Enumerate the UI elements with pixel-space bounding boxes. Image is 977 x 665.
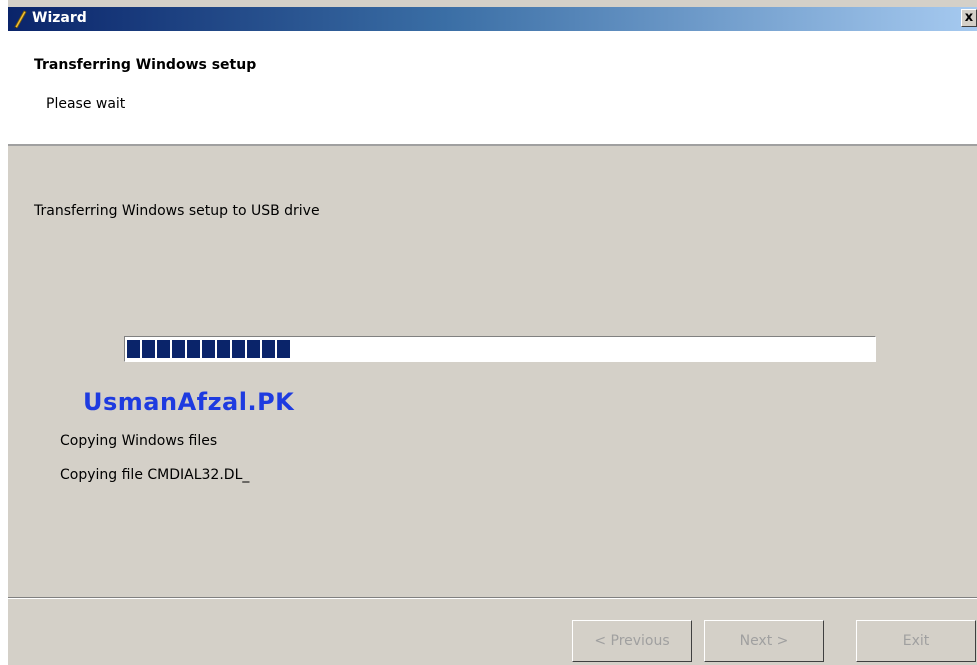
exit-button[interactable]: Exit <box>856 620 976 662</box>
progress-bar <box>124 336 876 362</box>
page-title: Transferring Windows setup <box>34 57 257 73</box>
watermark-text: UsmanAfzal.PK <box>83 388 295 416</box>
pencil-icon <box>12 10 28 29</box>
progress-fill <box>127 340 292 358</box>
wizard-window: Wizard x Transferring Windows setup Plea… <box>8 0 977 665</box>
close-button[interactable]: x <box>961 9 977 27</box>
step-text: Copying Windows files <box>60 433 218 449</box>
status-text: Transferring Windows setup to USB drive <box>34 203 320 219</box>
next-button[interactable]: Next > <box>704 620 824 662</box>
file-text: Copying file CMDIAL32.DL_ <box>60 467 250 483</box>
previous-button[interactable]: < Previous <box>572 620 692 662</box>
window-title: Wizard <box>32 10 87 26</box>
footer-divider <box>8 597 977 599</box>
title-bar[interactable]: Wizard x <box>8 7 977 31</box>
page-subtitle: Please wait <box>46 96 126 112</box>
wizard-header: Transferring Windows setup Please wait <box>8 31 977 146</box>
close-icon: x <box>964 10 974 25</box>
